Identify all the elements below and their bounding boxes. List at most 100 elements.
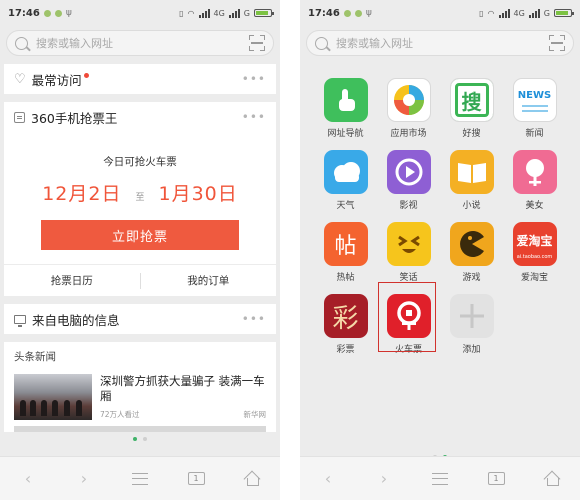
app-shortcut[interactable]: 网址导航 <box>314 76 377 144</box>
home-button[interactable] <box>237 464 267 494</box>
tabs-button[interactable]: 1 <box>181 464 211 494</box>
news-icon: NEWS <box>512 78 557 122</box>
my-orders-link[interactable]: 我的订单 <box>141 273 277 288</box>
search-icon <box>15 36 28 50</box>
grab-ticket-button[interactable]: 立即抢票 <box>41 220 239 250</box>
app-shortcut[interactable]: 影视 <box>377 148 440 216</box>
phone-screen-app-grid: 17:46 ψ ▯ ◠ 4G G 网址导航 应用市场 搜好搜 NEWS 新闻天气 影视 小说… <box>300 0 580 500</box>
app-shortcut[interactable]: 搜好搜 <box>440 76 503 144</box>
battery-icon <box>554 9 574 17</box>
end-date: 1月30日 <box>158 183 238 205</box>
back-icon[interactable]: ‹ <box>313 464 343 494</box>
status-time: 17:46 <box>308 7 340 19</box>
video-play-icon <box>386 150 431 194</box>
search-icon <box>315 36 328 50</box>
search-input[interactable] <box>328 36 549 50</box>
app-label: 游戏 <box>462 273 481 283</box>
home-icon <box>244 471 260 486</box>
menu-icon <box>432 472 448 485</box>
vibrate-icon: ▯ <box>179 8 184 18</box>
phone-screen-home-feed: 17:46 ψ ▯ ◠ 4G G ♡ 最常访问 ••• <box>0 0 280 500</box>
back-icon[interactable]: ‹ <box>13 464 43 494</box>
tabs-icon: 1 <box>187 472 205 485</box>
news-title: 深圳警方抓获大量骗子 装满一车厢 <box>100 374 265 403</box>
status-bar: 17:46 ψ ▯ ◠ 4G G <box>300 0 580 26</box>
ticket-subtitle: 今日可抢火车票 <box>103 156 177 168</box>
page-indicator <box>0 437 280 441</box>
app-label: 好搜 <box>462 129 481 139</box>
app-shortcut[interactable]: 天气 <box>314 148 377 216</box>
date-range: 12月2日 至 1月30日 <box>4 179 276 206</box>
menu-button[interactable] <box>425 464 455 494</box>
app-label: 美女 <box>525 201 544 211</box>
news-section-header: 头条新闻 <box>14 350 56 363</box>
search-bar[interactable] <box>6 30 274 56</box>
new-badge-dot <box>83 72 89 78</box>
app-shortcut[interactable]: 爱淘宝 ai.taobao.com 爱淘宝 <box>503 220 566 288</box>
more-options-icon[interactable]: ••• <box>242 312 266 326</box>
scan-qr-icon[interactable] <box>249 35 265 51</box>
app-shortcut-grid: 网址导航 应用市场搜好搜 NEWS 新闻 天气 影视 小说 美女帖热帖 笑话 游戏 爱淘宝 ai.ta… <box>314 76 566 360</box>
app-icon-glyph: 搜 <box>461 89 482 114</box>
status-bar: 17:46 ψ ▯ ◠ 4G G <box>0 0 280 26</box>
bottom-navigation: ‹ › 1 <box>300 456 580 500</box>
status-time: 17:46 <box>8 7 40 19</box>
frequent-visits-card[interactable]: ♡ 最常访问 ••• <box>4 64 276 94</box>
app-shortcut[interactable]: 添加 <box>440 292 503 360</box>
app-label: 热帖 <box>336 273 355 283</box>
forward-icon[interactable]: › <box>369 464 399 494</box>
usb-icon: ψ <box>365 8 372 18</box>
hand-pointer-icon <box>323 78 368 122</box>
scan-qr-icon[interactable] <box>549 35 565 51</box>
app-label: 网址导航 <box>327 129 364 139</box>
forward-icon[interactable]: › <box>69 464 99 494</box>
lottery-icon: 彩 <box>323 294 368 338</box>
notification-icon <box>43 9 51 17</box>
ticket-footer: 抢票日历 我的订单 <box>4 264 276 296</box>
notification-icon <box>354 9 362 17</box>
bottom-navigation: ‹ › 1 <box>0 456 280 500</box>
app-label: 彩票 <box>336 345 355 355</box>
app-shortcut[interactable]: 小说 <box>440 148 503 216</box>
app-shortcut[interactable]: NEWS 新闻 <box>503 76 566 144</box>
app-icon-glyph: 爱淘宝 <box>516 233 553 248</box>
page-dot <box>143 437 147 441</box>
app-label: 应用市场 <box>390 129 427 139</box>
more-options-icon[interactable]: ••• <box>242 110 266 124</box>
tabs-icon: 1 <box>487 472 505 485</box>
app-shortcut[interactable]: 彩彩票 <box>314 292 377 360</box>
app-shortcut[interactable]: 应用市场 <box>377 76 440 144</box>
news-lines-icon <box>521 105 548 107</box>
ticket-icon <box>14 111 25 123</box>
app-icon-glyph: 彩 <box>332 303 359 334</box>
carrier-type: G <box>543 8 550 18</box>
tabs-button[interactable]: 1 <box>481 464 511 494</box>
app-shortcut[interactable]: 帖热帖 <box>314 220 377 288</box>
date-separator: 至 <box>135 193 145 203</box>
search-input[interactable] <box>28 36 249 50</box>
app-label: 新闻 <box>525 129 544 139</box>
signal-icon <box>528 8 540 18</box>
network-type: 4G <box>513 8 525 18</box>
app-shortcut[interactable]: 美女 <box>503 148 566 216</box>
hot-post-icon: 帖 <box>323 222 368 266</box>
carrier-type: G <box>243 8 250 18</box>
ticket-calendar-link[interactable]: 抢票日历 <box>4 273 140 288</box>
more-options-icon[interactable]: ••• <box>242 72 266 86</box>
notification-icon <box>343 9 351 17</box>
news-item[interactable]: 深圳警方抓获大量骗子 装满一车厢 72万人看过 新华网 <box>4 370 276 426</box>
menu-button[interactable] <box>125 464 155 494</box>
home-button[interactable] <box>537 464 567 494</box>
battery-icon <box>254 9 274 17</box>
app-label: 添加 <box>462 345 481 355</box>
app-shortcut[interactable]: 游戏 <box>440 220 503 288</box>
wifi-icon: ◠ <box>187 8 195 18</box>
search-sou-icon: 搜 <box>449 78 494 122</box>
vibrate-icon: ▯ <box>479 8 484 18</box>
app-shortcut[interactable]: 笑话 <box>377 220 440 288</box>
signal-icon <box>228 8 240 18</box>
heart-icon: ♡ <box>14 71 26 87</box>
pc-messages-card[interactable]: 来自电脑的信息 ••• <box>4 304 276 334</box>
ticket-card-title: 360手机抢票王 <box>31 110 118 126</box>
search-bar[interactable] <box>306 30 574 56</box>
